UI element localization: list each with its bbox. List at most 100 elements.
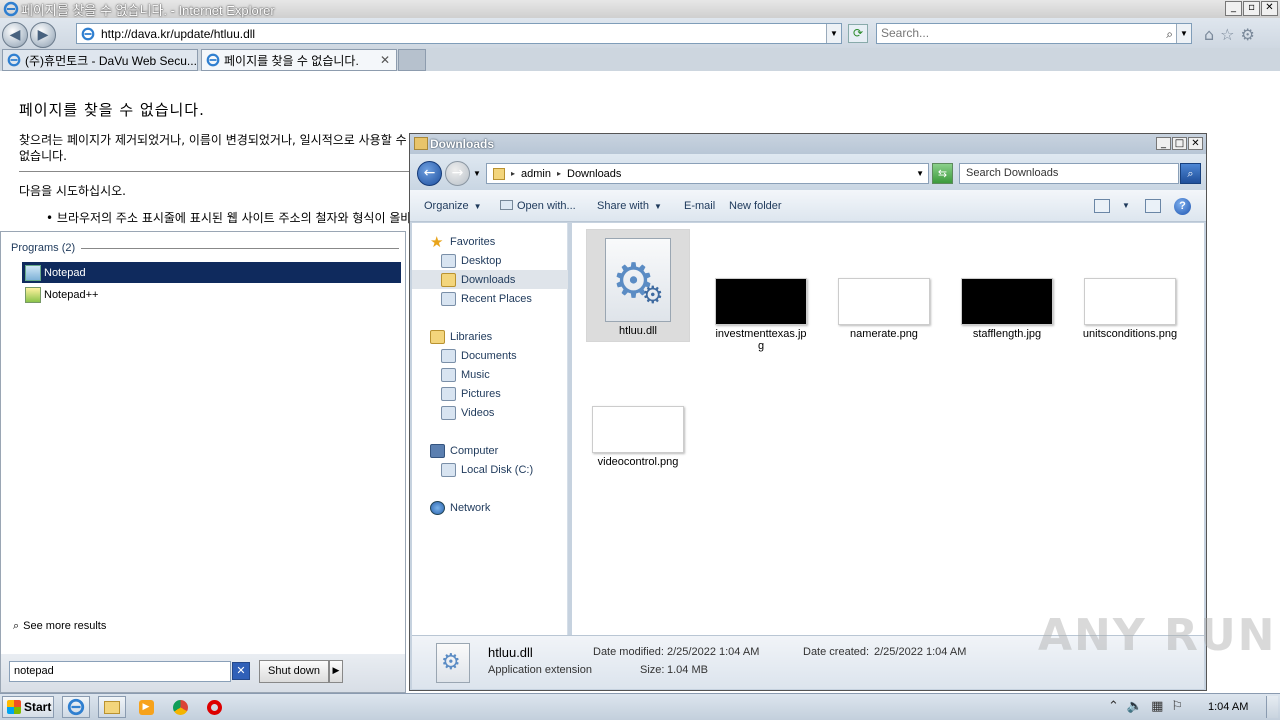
file-name: htluu.dll (619, 325, 657, 337)
breadcrumb-separator-icon[interactable]: ▸ (557, 169, 561, 178)
email-button[interactable]: E-mail (684, 200, 715, 212)
shut-down-button[interactable]: Shut down (259, 660, 329, 683)
tab-close-icon[interactable]: ✕ (380, 53, 390, 67)
file-name: unitsconditions.png (1082, 328, 1178, 340)
compat-refresh-button[interactable]: ⟳ (848, 24, 868, 43)
help-icon[interactable]: ? (1174, 198, 1191, 215)
explorer-refresh-button[interactable]: ⇆ (932, 163, 953, 184)
start-button[interactable]: Start (2, 696, 54, 718)
nav-label: Local Disk (C:) (461, 463, 534, 476)
view-options-dropdown-icon[interactable]: ▼ (1122, 201, 1130, 210)
organize-menu[interactable]: Organize ▼ (424, 200, 482, 212)
nav-pictures[interactable]: Pictures (412, 384, 568, 403)
programs-header: Programs (2) (11, 242, 399, 254)
new-folder-button[interactable]: New folder (729, 200, 782, 212)
taskbar-clock[interactable]: 1:04 AM (1208, 701, 1248, 713)
address-dropdown-icon[interactable]: ▼ (916, 169, 924, 178)
tab-humantalk[interactable]: (주)휴먼토크 - DaVu Web Secu... (2, 49, 198, 71)
taskbar-chrome[interactable] (166, 696, 194, 718)
file-item-unitsconditions[interactable]: unitsconditions.png (1078, 229, 1182, 340)
preview-pane-icon[interactable] (1145, 199, 1161, 213)
close-button[interactable]: ✕ (1261, 1, 1278, 16)
forward-button[interactable]: ▶ (30, 22, 56, 48)
explorer-back-button[interactable]: ← (417, 161, 442, 186)
action-center-flag-icon[interactable]: ⚐ (1171, 699, 1183, 714)
share-with-menu[interactable]: Share with ▼ (597, 200, 662, 212)
close-button[interactable]: ✕ (1188, 137, 1203, 150)
clear-search-button[interactable]: ✕ (232, 662, 250, 680)
shut-down-options-arrow-icon[interactable]: ▶ (329, 660, 343, 683)
restore-button[interactable]: ▫ (1243, 1, 1260, 16)
program-notepad[interactable]: Notepad (22, 262, 401, 283)
recent-pages-dropdown-icon[interactable]: ▼ (473, 169, 481, 178)
image-thumbnail (961, 278, 1053, 325)
open-with-button[interactable]: Open with... (500, 200, 576, 212)
nav-computer[interactable]: Computer (412, 441, 568, 460)
navigation-pane: ★ Favorites Desktop Downloads Recent Plac… (412, 223, 568, 635)
taskbar-internet-explorer[interactable] (62, 696, 90, 718)
nav-network[interactable]: Network (412, 498, 568, 517)
tools-gear-icon[interactable]: ⚙ (1241, 25, 1255, 44)
nav-downloads[interactable]: Downloads (412, 270, 568, 289)
taskbar-media-player[interactable]: ▶ (132, 696, 160, 718)
divider (19, 171, 414, 172)
explorer-forward-button[interactable]: → (445, 161, 470, 186)
nav-favorites[interactable]: ★ Favorites (412, 232, 568, 251)
ie-search-box[interactable]: Search... ⌕ ▼ (876, 23, 1192, 44)
explorer-search-button[interactable]: ⌕ (1180, 163, 1201, 184)
ie-address-bar[interactable]: http://dava.kr/update/htluu.dll ▼ (76, 23, 842, 44)
libraries-icon (430, 329, 445, 344)
new-tab-button[interactable] (398, 49, 426, 71)
page-paragraph-1: 찾으려는 페이지가 제거되었거나, 이름이 변경되었거나, 일시적으로 사용할 … (19, 133, 407, 163)
nav-libraries[interactable]: Libraries (412, 327, 568, 346)
breadcrumb-separator-icon[interactable]: ▸ (511, 169, 515, 178)
nav-label: Desktop (461, 254, 502, 267)
file-item-videocontrol[interactable]: videocontrol.png (586, 357, 690, 468)
explorer-search-input[interactable]: Search Downloads (959, 163, 1179, 184)
network-status-icon[interactable]: ▦ (1151, 699, 1163, 714)
see-more-results-link[interactable]: ⌕ See more results (13, 619, 106, 633)
taskbar-explorer[interactable] (98, 696, 126, 718)
breadcrumb-admin[interactable]: admin (521, 168, 551, 180)
nav-desktop[interactable]: Desktop (412, 251, 568, 270)
address-text[interactable]: http://dava.kr/update/htluu.dll (101, 27, 255, 41)
minimize-button[interactable]: _ (1156, 137, 1171, 150)
change-view-icon[interactable] (1094, 199, 1110, 213)
start-search-input[interactable]: notepad (9, 661, 231, 682)
maximize-button[interactable]: □ (1172, 137, 1187, 150)
nav-local-disk[interactable]: Local Disk (C:) (412, 460, 568, 479)
file-item-investmenttexas[interactable]: investmenttexas.jpg (709, 229, 813, 352)
internet-explorer-icon (67, 698, 85, 716)
nav-recent-places[interactable]: Recent Places (412, 289, 568, 308)
details-created-value: 2/25/2022 1:04 AM (874, 646, 967, 658)
file-name: namerate.png (850, 328, 918, 340)
breadcrumb-downloads[interactable]: Downloads (567, 168, 621, 180)
search-dropdown-icon[interactable]: ▼ (1176, 24, 1191, 43)
show-desktop-button[interactable] (1266, 696, 1278, 718)
address-dropdown-icon[interactable]: ▼ (826, 24, 841, 43)
file-item-namerate[interactable]: namerate.png (832, 229, 936, 340)
favorites-star-icon[interactable]: ☆ (1220, 25, 1234, 44)
file-item-htluu-dll[interactable]: ⚙ ⚙ htluu.dll (586, 229, 690, 342)
tab-page-not-found[interactable]: 페이지를 찾을 수 없습니다. ✕ (201, 49, 397, 71)
explorer-address-bar[interactable]: ▸ admin ▸ Downloads ▼ (486, 163, 929, 184)
taskbar-opera[interactable] (200, 696, 228, 718)
nav-label: Recent Places (461, 292, 532, 305)
back-button[interactable]: ◀ (2, 22, 28, 48)
file-item-stafflength[interactable]: stafflength.jpg (955, 229, 1059, 340)
downloads-folder-icon (493, 167, 505, 180)
home-icon[interactable]: ⌂ (1204, 25, 1214, 44)
explorer-title: Downloads (430, 137, 495, 151)
share-with-label: Share with (597, 200, 649, 212)
program-notepad-plus-plus[interactable]: Notepad++ (22, 284, 401, 305)
nav-videos[interactable]: Videos (412, 403, 568, 422)
page-paragraph-2: 다음을 시도하십시오. (19, 184, 126, 198)
nav-music[interactable]: Music (412, 365, 568, 384)
nav-documents[interactable]: Documents (412, 346, 568, 365)
search-icon[interactable]: ⌕ (1166, 25, 1173, 44)
minimize-button[interactable]: _ (1225, 1, 1242, 16)
show-hidden-icons-icon[interactable]: ⌃ (1108, 699, 1119, 714)
ie-search-placeholder[interactable]: Search... (881, 26, 929, 40)
volume-icon[interactable]: 🔈 (1127, 699, 1143, 714)
nav-label: Computer (450, 444, 499, 457)
